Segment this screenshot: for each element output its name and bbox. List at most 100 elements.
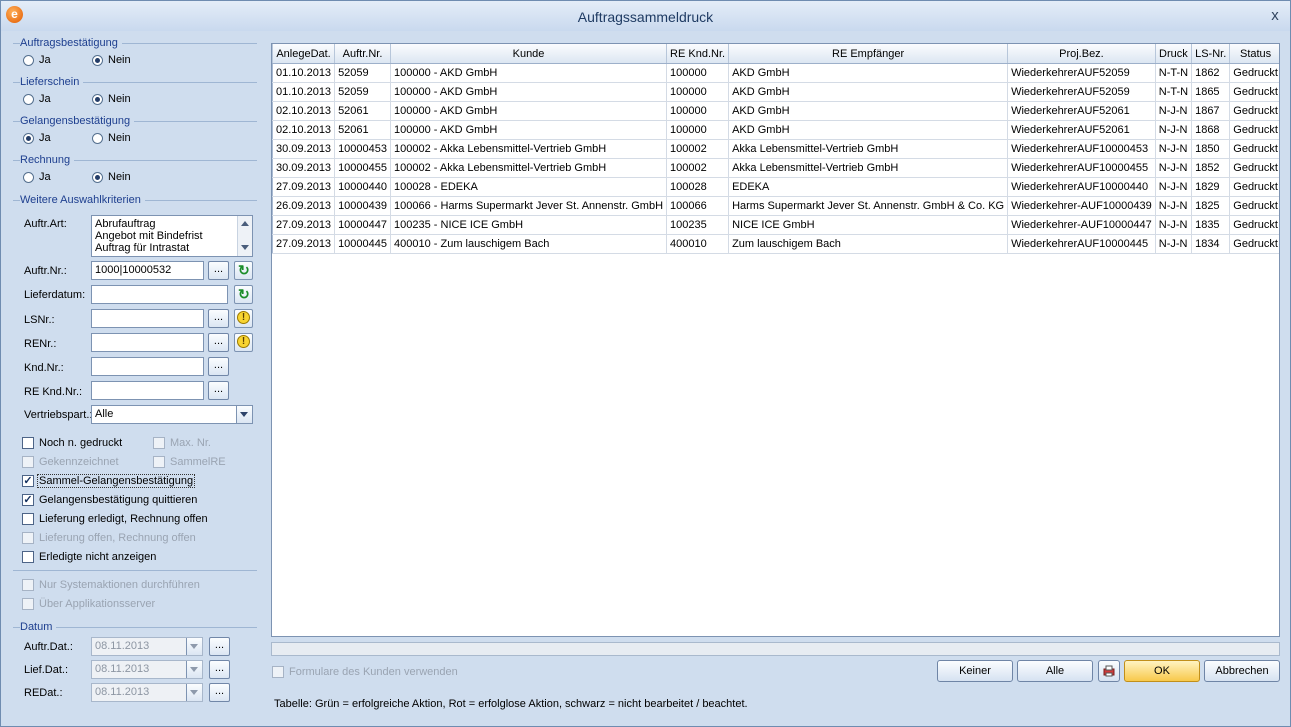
cell-druck[interactable]: N-J-N	[1155, 120, 1193, 140]
table-row[interactable]: 30.09.2013 10000455 100002 - Akka Lebensmi…	[272, 158, 1279, 178]
cell-auftrnr[interactable]: 52059	[334, 63, 392, 83]
max-nr-checkbox[interactable]	[153, 437, 165, 449]
cell-druck[interactable]: N-T-N	[1155, 82, 1193, 102]
cell-re-kndnr[interactable]: 100002	[666, 158, 730, 178]
table-row[interactable]: 30.09.2013 10000453 100002 - Akka Lebensmi…	[272, 139, 1279, 159]
renr-input[interactable]	[91, 333, 204, 352]
radio-gelangensbestaetigung-ja[interactable]	[23, 133, 34, 144]
cell-auftrnr[interactable]: 10000453	[334, 139, 392, 159]
cell-anlegedat[interactable]: 02.10.2013	[272, 120, 336, 140]
cell-anlegedat[interactable]: 02.10.2013	[272, 101, 336, 121]
cell-status[interactable]: Gedruckt	[1229, 82, 1279, 102]
auftr-art-listbox[interactable]: Abrufauftrag Angebot mit Bindefrist Auft…	[91, 215, 253, 257]
cell-lsnr[interactable]: 1865	[1191, 82, 1231, 102]
cell-anlegedat[interactable]: 30.09.2013	[272, 158, 336, 178]
column-header-re-kndnr[interactable]: RE Knd.Nr.	[666, 44, 730, 64]
cell-re-kndnr[interactable]: 100000	[666, 120, 730, 140]
cell-lsnr[interactable]: 1829	[1191, 177, 1231, 197]
cell-status[interactable]: Gedruckt	[1229, 120, 1279, 140]
refresh-icon[interactable]	[234, 285, 253, 304]
list-item[interactable]: Angebot mit Bindefrist	[95, 230, 203, 242]
cell-lsnr[interactable]: 1835	[1191, 215, 1231, 235]
cell-re-kndnr[interactable]: 100028	[666, 177, 730, 197]
cell-anlegedat[interactable]: 26.09.2013	[272, 196, 336, 216]
cell-druck[interactable]: N-T-N	[1155, 63, 1193, 83]
cell-re-empfaenger[interactable]: EDEKA	[728, 177, 1009, 197]
cell-re-kndnr[interactable]: 100000	[666, 82, 730, 102]
gekennzeichnet-checkbox[interactable]	[22, 456, 34, 468]
cell-re-kndnr[interactable]: 100066	[666, 196, 730, 216]
column-header-druck[interactable]: Druck	[1155, 44, 1193, 64]
cell-projbez[interactable]: Wiederkehrer-AUF10000439	[1007, 196, 1156, 216]
cell-status[interactable]: Gedruckt	[1229, 177, 1279, 197]
re-dat-input[interactable]: 08.11.2013	[91, 683, 203, 702]
cell-anlegedat[interactable]: 01.10.2013	[272, 82, 336, 102]
radio-lieferschein-ja[interactable]	[23, 94, 34, 105]
info-icon[interactable]	[234, 309, 253, 328]
cell-kunde[interactable]: 100002 - Akka Lebensmittel-Vertrieb GmbH	[390, 158, 668, 178]
cell-status[interactable]: Gedruckt	[1229, 215, 1279, 235]
renr-lookup-button[interactable]: ...	[208, 333, 229, 352]
cell-kunde[interactable]: 100066 - Harms Supermarkt Jever St. Anne…	[390, 196, 668, 216]
abbrechen-button[interactable]: Abbrechen	[1204, 660, 1280, 682]
cell-projbez[interactable]: WiederkehrerAUF52059	[1007, 82, 1156, 102]
cell-kunde[interactable]: 100028 - EDEKA	[390, 177, 668, 197]
cell-re-empfaenger[interactable]: Harms Supermarkt Jever St. Annenstr. Gmb…	[728, 196, 1009, 216]
cell-projbez[interactable]: WiederkehrerAUF10000455	[1007, 158, 1156, 178]
chevron-down-icon[interactable]	[186, 684, 202, 701]
cell-kunde[interactable]: 100000 - AKD GmbH	[390, 82, 668, 102]
chevron-down-icon[interactable]	[186, 661, 202, 678]
cell-kunde[interactable]: 100000 - AKD GmbH	[390, 101, 668, 121]
cell-status[interactable]: Gedruckt	[1229, 139, 1279, 159]
cell-kunde[interactable]: 100000 - AKD GmbH	[390, 63, 668, 83]
cell-projbez[interactable]: WiederkehrerAUF10000445	[1007, 234, 1156, 254]
cell-druck[interactable]: N-J-N	[1155, 234, 1193, 254]
radio-gelangensbestaetigung-nein[interactable]	[92, 133, 103, 144]
column-header-lsnr[interactable]: LS-Nr.	[1191, 44, 1231, 64]
cell-re-empfaenger[interactable]: Akka Lebensmittel-Vertrieb GmbH	[728, 158, 1009, 178]
kndnr-input[interactable]	[91, 357, 204, 376]
lsnr-lookup-button[interactable]: ...	[208, 309, 229, 328]
cell-status[interactable]: Gedruckt	[1229, 196, 1279, 216]
cell-auftrnr[interactable]: 10000440	[334, 177, 392, 197]
scroll-up-icon[interactable]	[241, 221, 249, 226]
cell-druck[interactable]: N-J-N	[1155, 177, 1193, 197]
table-row[interactable]: 02.10.2013 52061 100000 - AKD GmbH 100000 AK…	[272, 120, 1279, 140]
cell-projbez[interactable]: WiederkehrerAUF10000440	[1007, 177, 1156, 197]
cell-anlegedat[interactable]: 30.09.2013	[272, 139, 336, 159]
cell-kunde[interactable]: 100000 - AKD GmbH	[390, 120, 668, 140]
cell-kunde[interactable]: 100235 - NICE ICE GmbH	[390, 215, 668, 235]
lsnr-input[interactable]	[91, 309, 204, 328]
column-header-re-empfaenger[interactable]: RE Empfänger	[728, 44, 1009, 64]
table-row[interactable]: 27.09.2013 10000447 100235 - NICE ICE GmbH…	[272, 215, 1279, 235]
scroll-down-icon[interactable]	[241, 245, 249, 250]
table-row[interactable]: 26.09.2013 10000439 100066 - Harms Superma…	[272, 196, 1279, 216]
re-dat-lookup-button[interactable]: ...	[209, 683, 230, 702]
cell-status[interactable]: Gedruckt	[1229, 158, 1279, 178]
auftr-nr-input[interactable]: 1000|10000532	[91, 261, 204, 280]
cell-re-kndnr[interactable]: 100000	[666, 101, 730, 121]
cell-re-empfaenger[interactable]: AKD GmbH	[728, 101, 1009, 121]
vertriebspart-select[interactable]: Alle	[91, 405, 253, 424]
column-header-status[interactable]: Status	[1229, 44, 1279, 64]
column-header-kunde[interactable]: Kunde	[390, 44, 668, 64]
list-item[interactable]: Auftrag für Intrastat	[95, 242, 189, 254]
cell-druck[interactable]: N-J-N	[1155, 139, 1193, 159]
lief-dat-input[interactable]: 08.11.2013	[91, 660, 203, 679]
cell-auftrnr[interactable]: 52061	[334, 120, 392, 140]
radio-auftragsbestaetigung-ja[interactable]	[23, 55, 34, 66]
cell-druck[interactable]: N-J-N	[1155, 215, 1193, 235]
radio-rechnung-ja[interactable]	[23, 172, 34, 183]
lieferdatum-input[interactable]	[91, 285, 228, 304]
cell-re-empfaenger[interactable]: AKD GmbH	[728, 63, 1009, 83]
chevron-down-icon[interactable]	[236, 406, 252, 423]
sammelre-checkbox[interactable]	[153, 456, 165, 468]
cell-projbez[interactable]: Wiederkehrer-AUF10000447	[1007, 215, 1156, 235]
lieferung-offen-checkbox[interactable]	[22, 532, 34, 544]
ok-button[interactable]: OK	[1124, 660, 1200, 682]
table-row[interactable]: 02.10.2013 52061 100000 - AKD GmbH 100000 AK…	[272, 101, 1279, 121]
cell-projbez[interactable]: WiederkehrerAUF52061	[1007, 101, 1156, 121]
re-kndnr-lookup-button[interactable]: ...	[208, 381, 229, 400]
sammel-gelangensbestaetigung-checkbox[interactable]: ✓	[22, 475, 34, 487]
auftr-dat-lookup-button[interactable]: ...	[209, 637, 230, 656]
